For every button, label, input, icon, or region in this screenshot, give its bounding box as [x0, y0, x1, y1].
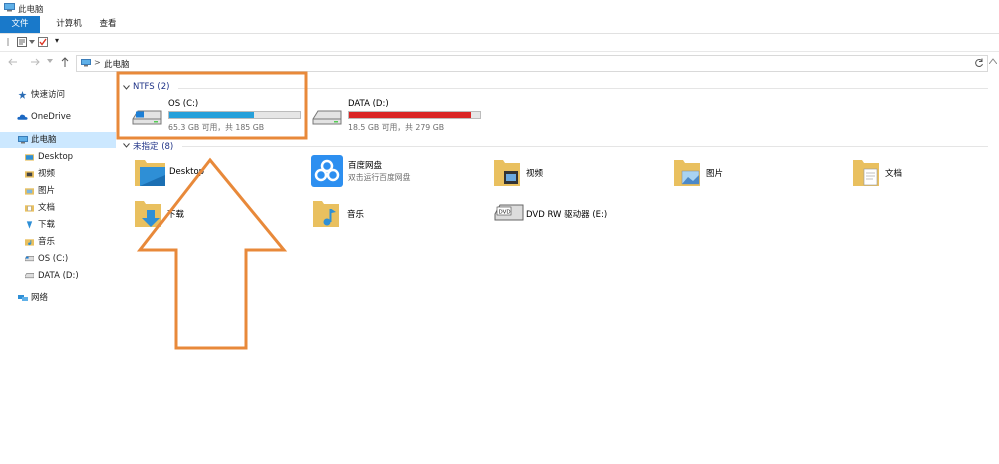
navigation-pane: 快速访问 OneDrive 此电脑 Desktop 视频 图片 文档 下载 音乐… [0, 82, 116, 464]
chevron-down-icon[interactable] [123, 143, 130, 148]
usage-bar [348, 111, 481, 119]
video-folder-icon [25, 171, 34, 178]
address-bar[interactable]: > 此电脑 [76, 55, 988, 72]
sidebar-item-documents[interactable]: 文档 [0, 200, 112, 216]
pc-icon [18, 136, 28, 144]
quick-access-toolbar: ▾ [0, 34, 999, 52]
group-header-unspecified[interactable]: 未指定 (8) [133, 140, 173, 152]
drive-icon [132, 110, 162, 125]
item-desktop[interactable]: Desktop [133, 155, 303, 191]
item-documents[interactable]: 文档 [851, 155, 991, 191]
sidebar-item-this-pc[interactable]: 此电脑 [0, 132, 116, 148]
drive-icon [25, 273, 34, 279]
pc-icon [81, 59, 91, 67]
sidebar-item-quick-access[interactable]: 快速访问 [0, 87, 112, 103]
sidebar-item-videos[interactable]: 视频 [0, 166, 112, 182]
item-downloads[interactable]: 下载 [133, 196, 303, 232]
chevron-down-icon[interactable] [29, 40, 35, 44]
breadcrumb-current[interactable]: 此电脑 [104, 58, 130, 70]
group-header-ntfs[interactable]: NTFS (2) [133, 82, 169, 92]
desktop-folder-icon [135, 160, 165, 186]
sidebar-item-desktop[interactable]: Desktop [0, 149, 112, 165]
navigation-bar: > 此电脑 [0, 52, 999, 72]
item-music[interactable]: 音乐 [311, 196, 481, 232]
item-dvd-drive[interactable]: DVD DVD RW 驱动器 (E:) [492, 196, 672, 232]
title-bar: 此电脑 [0, 0, 999, 16]
forward-icon[interactable] [30, 58, 40, 66]
svg-text:DVD: DVD [499, 210, 511, 216]
breadcrumb-chevron[interactable]: > [94, 58, 101, 67]
cloud-icon [17, 114, 28, 120]
up-icon[interactable] [61, 57, 69, 67]
star-icon [18, 91, 27, 99]
tab-computer[interactable]: 计算机 [47, 16, 91, 33]
drive-item-d[interactable]: DATA (D:) 18.5 GB 可用，共 279 GB [308, 96, 486, 136]
recent-locations-icon[interactable] [47, 59, 53, 63]
group-divider [178, 88, 988, 89]
sidebar-item-drive-c[interactable]: OS (C:) [0, 251, 112, 267]
usage-bar-fill [169, 112, 254, 118]
pictures-folder-icon [674, 160, 700, 186]
qat-customize[interactable]: ▾ [55, 36, 59, 45]
video-folder-icon [494, 160, 520, 186]
baidu-netdisk-icon [311, 155, 343, 187]
usage-bar-fill [349, 112, 472, 118]
item-pictures[interactable]: 图片 [672, 155, 842, 191]
back-icon[interactable] [8, 58, 18, 66]
refresh-icon[interactable] [974, 58, 984, 68]
music-folder-icon [313, 201, 339, 227]
drive-icon [312, 110, 342, 125]
group-divider [182, 146, 988, 147]
dvd-drive-icon: DVD [494, 204, 524, 221]
sidebar-item-onedrive[interactable]: OneDrive [0, 109, 112, 125]
music-folder-icon [25, 239, 34, 246]
downloads-folder-icon [135, 201, 161, 227]
pc-icon [4, 3, 15, 12]
sidebar-item-music[interactable]: 音乐 [0, 234, 112, 250]
usage-bar [168, 111, 301, 119]
downloads-folder-icon [26, 221, 33, 229]
sidebar-item-network[interactable]: 网络 [0, 290, 112, 306]
properties-icon[interactable] [17, 37, 29, 47]
drive-item-c[interactable]: OS (C:) 65.3 GB 可用，共 185 GB [128, 96, 306, 136]
desktop-folder-icon [25, 154, 34, 161]
pictures-folder-icon [25, 188, 34, 195]
sidebar-item-drive-d[interactable]: DATA (D:) [0, 268, 112, 284]
separator-icon [7, 38, 9, 46]
tab-view[interactable]: 查看 [92, 16, 124, 33]
sidebar-item-downloads[interactable]: 下载 [0, 217, 112, 233]
documents-folder-icon [853, 160, 879, 186]
scroll-up-icon[interactable] [989, 58, 997, 64]
checkbox-icon[interactable] [38, 37, 48, 47]
tab-file[interactable]: 文件 [0, 16, 40, 33]
ribbon-tabs: 文件 计算机 查看 [0, 16, 999, 34]
sidebar-item-pictures[interactable]: 图片 [0, 183, 112, 199]
documents-folder-icon [25, 205, 34, 212]
window-title: 此电脑 [18, 5, 44, 15]
item-baidu-netdisk[interactable]: 百度网盘 双击运行百度网盘 [311, 155, 481, 191]
item-videos[interactable]: 视频 [492, 155, 662, 191]
chevron-down-icon[interactable] [123, 85, 130, 90]
drive-icon [25, 256, 34, 262]
network-icon [18, 295, 28, 301]
